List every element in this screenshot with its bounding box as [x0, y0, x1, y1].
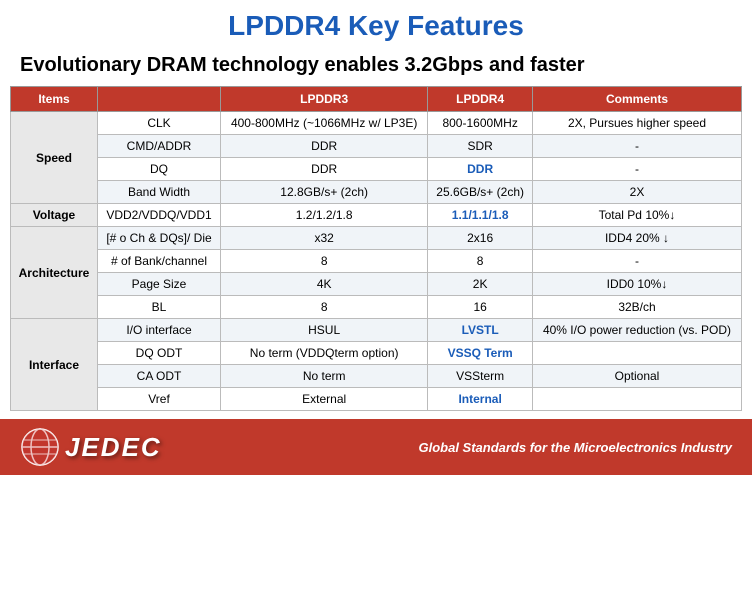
lpddr4-cell: Internal [428, 388, 533, 411]
lpddr3-cell: DDR [221, 158, 428, 181]
lpddr3-cell: 400-800MHz (~1066MHz w/ LP3E) [221, 112, 428, 135]
lpddr4-cell: 2x16 [428, 227, 533, 250]
lpddr4-cell: 2K [428, 273, 533, 296]
section-label: Architecture [11, 227, 98, 319]
comments-cell: 2X [532, 181, 741, 204]
lpddr3-cell: HSUL [221, 319, 428, 342]
table-row: DQDDRDDR- [11, 158, 742, 181]
table-row: Architecture[# o Ch & DQs]/ Diex322x16ID… [11, 227, 742, 250]
main-title: LPDDR4 Key Features [20, 10, 732, 42]
col-header-comments: Comments [532, 87, 741, 112]
lpddr3-cell: No term [221, 365, 428, 388]
lpddr3-cell: DDR [221, 135, 428, 158]
table-row: Band Width12.8GB/s+ (2ch)25.6GB/s+ (2ch)… [11, 181, 742, 204]
item-cell: Vref [97, 388, 220, 411]
table-row: InterfaceI/O interfaceHSULLVSTL40% I/O p… [11, 319, 742, 342]
item-cell: DQ [97, 158, 220, 181]
features-table: Items LPDDR3 LPDDR4 Comments SpeedCLK400… [10, 86, 742, 411]
table-container: Items LPDDR3 LPDDR4 Comments SpeedCLK400… [0, 86, 752, 411]
item-cell: # of Bank/channel [97, 250, 220, 273]
lpddr3-cell: External [221, 388, 428, 411]
col-header-lpddr4: LPDDR4 [428, 87, 533, 112]
lpddr4-cell: VSSterm [428, 365, 533, 388]
lpddr3-cell: 12.8GB/s+ (2ch) [221, 181, 428, 204]
comments-cell: Total Pd 10%↓ [532, 204, 741, 227]
table-row: DQ ODTNo term (VDDQterm option)VSSQ Term [11, 342, 742, 365]
table-row: VrefExternalInternal [11, 388, 742, 411]
table-row: BL81632B/ch [11, 296, 742, 319]
section-label: Interface [11, 319, 98, 411]
lpddr4-cell: 25.6GB/s+ (2ch) [428, 181, 533, 204]
col-header-items: Items [11, 87, 98, 112]
lpddr4-cell: 1.1/1.1/1.8 [428, 204, 533, 227]
item-cell: CLK [97, 112, 220, 135]
lpddr4-cell: DDR [428, 158, 533, 181]
comments-cell: IDD4 20% ↓ [532, 227, 741, 250]
table-row: SpeedCLK400-800MHz (~1066MHz w/ LP3E)800… [11, 112, 742, 135]
col-header-lpddr3: LPDDR3 [221, 87, 428, 112]
footer-bar: JEDEC Global Standards for the Microelec… [0, 419, 752, 475]
item-cell: CA ODT [97, 365, 220, 388]
table-row: CA ODTNo termVSStermOptional [11, 365, 742, 388]
item-cell: Band Width [97, 181, 220, 204]
header-section: LPDDR4 Key Features [0, 0, 752, 47]
comments-cell: IDD0 10%↓ [532, 273, 741, 296]
comments-cell: Optional [532, 365, 741, 388]
page-wrapper: LPDDR4 Key Features Evolutionary DRAM te… [0, 0, 752, 475]
comments-cell: 40% I/O power reduction (vs. POD) [532, 319, 741, 342]
lpddr3-cell: No term (VDDQterm option) [221, 342, 428, 365]
globe-icon [20, 427, 60, 467]
lpddr3-cell: 8 [221, 250, 428, 273]
table-row: Page Size4K2KIDD0 10%↓ [11, 273, 742, 296]
comments-cell: - [532, 135, 741, 158]
table-row: CMD/ADDRDDRSDR- [11, 135, 742, 158]
section-label: Speed [11, 112, 98, 204]
comments-cell [532, 342, 741, 365]
lpddr3-cell: 1.2/1.2/1.8 [221, 204, 428, 227]
item-cell: CMD/ADDR [97, 135, 220, 158]
lpddr3-cell: 4K [221, 273, 428, 296]
lpddr4-cell: LVSTL [428, 319, 533, 342]
item-cell: BL [97, 296, 220, 319]
item-cell: [# o Ch & DQs]/ Die [97, 227, 220, 250]
comments-cell [532, 388, 741, 411]
lpddr3-cell: x32 [221, 227, 428, 250]
col-header-items2 [97, 87, 220, 112]
comments-cell: - [532, 158, 741, 181]
lpddr4-cell: 8 [428, 250, 533, 273]
lpddr3-cell: 8 [221, 296, 428, 319]
comments-cell: 2X, Pursues higher speed [532, 112, 741, 135]
item-cell: VDD2/VDDQ/VDD1 [97, 204, 220, 227]
table-row: # of Bank/channel88- [11, 250, 742, 273]
comments-cell: 32B/ch [532, 296, 741, 319]
item-cell: Page Size [97, 273, 220, 296]
item-cell: I/O interface [97, 319, 220, 342]
item-cell: DQ ODT [97, 342, 220, 365]
lpddr4-cell: SDR [428, 135, 533, 158]
table-row: VoltageVDD2/VDDQ/VDD11.2/1.2/1.81.1/1.1/… [11, 204, 742, 227]
section-label: Voltage [11, 204, 98, 227]
lpddr4-cell: 800-1600MHz [428, 112, 533, 135]
lpddr4-cell: VSSQ Term [428, 342, 533, 365]
lpddr4-cell: 16 [428, 296, 533, 319]
footer-tagline: Global Standards for the Microelectronic… [418, 440, 732, 455]
sub-title: Evolutionary DRAM technology enables 3.2… [0, 47, 752, 86]
comments-cell: - [532, 250, 741, 273]
jedec-logo: JEDEC [20, 427, 162, 467]
jedec-logo-text: JEDEC [65, 432, 162, 463]
